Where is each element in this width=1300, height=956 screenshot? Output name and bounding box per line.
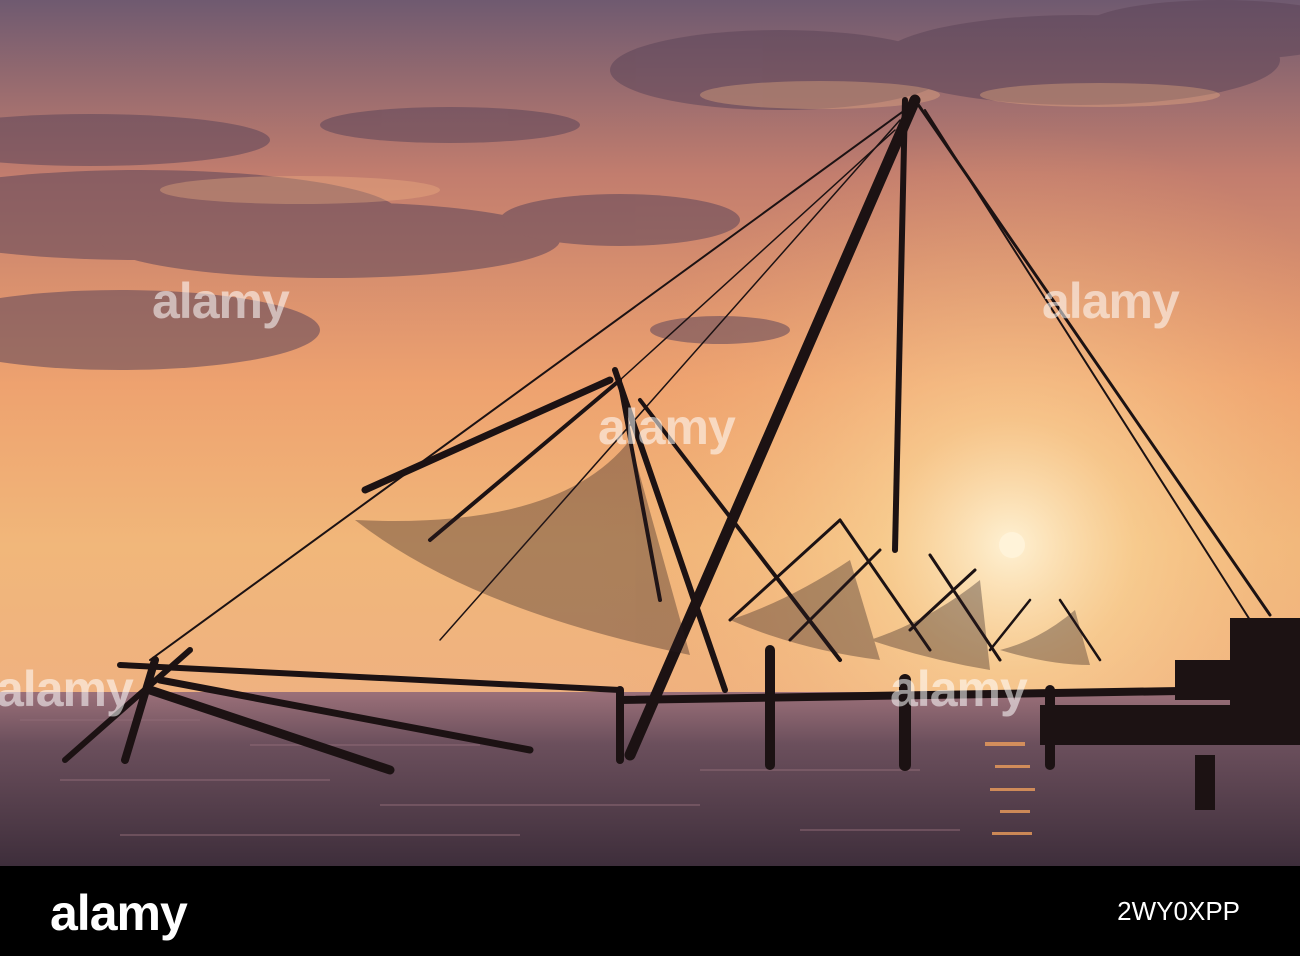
watermark-left: alamy xyxy=(152,273,290,329)
alamy-logo: alamy xyxy=(50,885,188,941)
stock-photo-frame: alamy alamy alamy alamy alamy alamy 2WY0… xyxy=(0,0,1300,956)
image-id-label: 2WY0XPP xyxy=(1117,896,1240,926)
watermark-bottom-center: alamy xyxy=(890,661,1028,717)
sun xyxy=(999,532,1025,558)
watermark-bottom-left: alamy xyxy=(0,661,134,717)
watermark-center: alamy xyxy=(598,399,736,455)
sunset-photo: alamy alamy alamy alamy alamy xyxy=(0,0,1300,866)
watermark-right: alamy xyxy=(1042,273,1180,329)
footer-bar: alamy 2WY0XPP xyxy=(0,866,1300,956)
